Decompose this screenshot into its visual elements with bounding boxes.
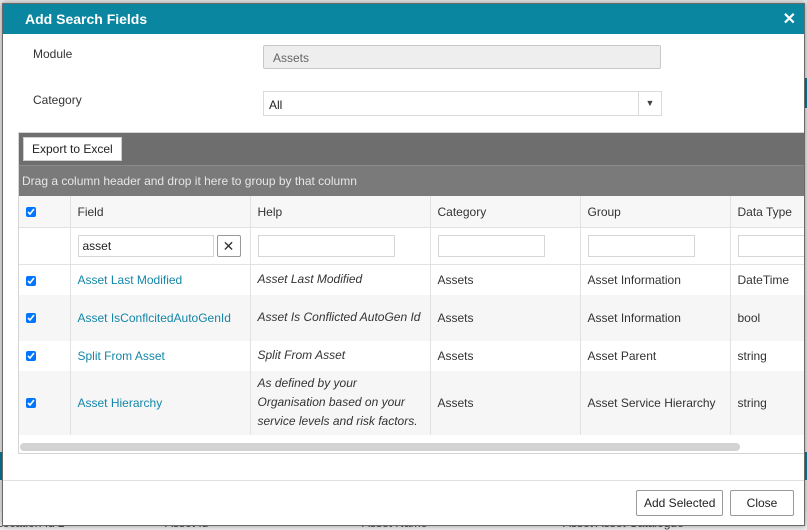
- data-type-cell: string: [730, 370, 804, 435]
- filter-cell-help: [250, 227, 431, 265]
- category-cell: Assets: [430, 294, 581, 341]
- grid-toolbar: Export to Excel: [19, 133, 804, 165]
- filter-row: ✕: [19, 227, 804, 265]
- select-all-header: [19, 196, 71, 228]
- category-filter-input[interactable]: [437, 235, 545, 257]
- close-icon[interactable]: ✕: [783, 9, 796, 29]
- category-cell: Assets: [430, 264, 581, 295]
- column-header-help[interactable]: Help: [250, 196, 431, 228]
- field-filter-input[interactable]: [77, 234, 214, 257]
- data-type-cell: DateTime: [730, 264, 804, 295]
- field-link[interactable]: Split From Asset: [78, 349, 165, 363]
- row-checkbox[interactable]: [26, 398, 36, 409]
- fields-grid: Export to Excel Drag a column header and…: [18, 132, 804, 454]
- help-cell: As defined by your Organisation based on…: [250, 370, 431, 435]
- module-label: Module: [33, 47, 73, 61]
- column-header-data-type[interactable]: Data Type: [730, 196, 804, 228]
- dialog-title: Add Search Fields: [25, 11, 148, 27]
- group-filter-input[interactable]: [587, 235, 695, 257]
- column-header-field[interactable]: Field: [70, 196, 251, 228]
- field-cell: Asset Hierarchy: [70, 370, 251, 435]
- category-selected-value: All: [269, 98, 283, 112]
- header-row: Field Help Category Group Data Type: [19, 196, 804, 228]
- help-filter-input[interactable]: [257, 235, 395, 257]
- table-row[interactable]: Asset Hierarchy As defined by your Organ…: [19, 370, 804, 435]
- field-cell: Split From Asset: [70, 340, 251, 371]
- field-link[interactable]: Asset IsConflcitedAutoGenId: [78, 311, 231, 325]
- select-all-checkbox[interactable]: [26, 207, 36, 218]
- data-type-cell: bool: [730, 294, 804, 341]
- group-drop-area[interactable]: Drag a column header and drop it here to…: [19, 165, 804, 196]
- filter-cell-field: ✕: [70, 227, 251, 265]
- close-button[interactable]: Close: [730, 490, 794, 516]
- row-checkbox[interactable]: [26, 351, 36, 362]
- column-header-group[interactable]: Group: [580, 196, 731, 228]
- row-select-cell: [19, 294, 71, 341]
- filter-cell-category: [430, 227, 581, 265]
- help-cell: Asset Last Modified: [250, 264, 431, 295]
- row-checkbox[interactable]: [26, 275, 36, 286]
- table-row[interactable]: Asset IsConflcitedAutoGenId Asset Is Con…: [19, 294, 804, 341]
- group-cell: Asset Service Hierarchy: [580, 370, 731, 435]
- add-selected-button[interactable]: Add Selected: [636, 490, 724, 516]
- row-select-cell: [19, 340, 71, 371]
- filter-cell-empty: [19, 227, 71, 265]
- row-checkbox[interactable]: [26, 313, 36, 324]
- export-to-excel-button[interactable]: Export to Excel: [23, 137, 122, 161]
- category-cell: Assets: [430, 370, 581, 435]
- group-cell: Asset Parent: [580, 340, 731, 371]
- category-dropdown[interactable]: All ▼: [263, 91, 662, 116]
- row-select-cell: [19, 370, 71, 435]
- filter-cell-group: [580, 227, 731, 265]
- help-cell: Split From Asset: [250, 340, 431, 371]
- category-label: Category: [33, 93, 82, 107]
- column-header-category[interactable]: Category: [430, 196, 581, 228]
- field-cell: Asset IsConflcitedAutoGenId: [70, 294, 251, 341]
- table-row[interactable]: Split From Asset Split From Asset Assets…: [19, 340, 804, 371]
- field-link[interactable]: Asset Last Modified: [78, 273, 183, 287]
- category-cell: Assets: [430, 340, 581, 371]
- field-cell: Asset Last Modified: [70, 264, 251, 295]
- table-row[interactable]: Asset Last Modified Asset Last Modified …: [19, 264, 804, 295]
- filter-cell-data-type: [730, 227, 804, 265]
- horizontal-scrollbar[interactable]: [20, 443, 740, 451]
- dialog-footer: Add Selected Close: [3, 480, 804, 525]
- dialog-titlebar: Add Search Fields ✕: [3, 4, 804, 34]
- row-select-cell: [19, 264, 71, 295]
- fields-table: Field Help Category Group Data Type ✕: [19, 196, 804, 435]
- group-cell: Asset Information: [580, 264, 731, 295]
- group-cell: Asset Information: [580, 294, 731, 341]
- field-link[interactable]: Asset Hierarchy: [78, 396, 163, 410]
- help-cell: Asset Is Conflicted AutoGen Id: [250, 294, 431, 341]
- clear-filter-icon[interactable]: ✕: [216, 235, 241, 258]
- add-search-fields-dialog: Add Search Fields ✕ Module Assets Catego…: [2, 3, 805, 526]
- chevron-down-icon[interactable]: ▼: [638, 92, 661, 115]
- data-type-cell: string: [730, 340, 804, 371]
- module-field: Assets: [263, 45, 661, 69]
- data-type-filter-input[interactable]: [737, 235, 804, 257]
